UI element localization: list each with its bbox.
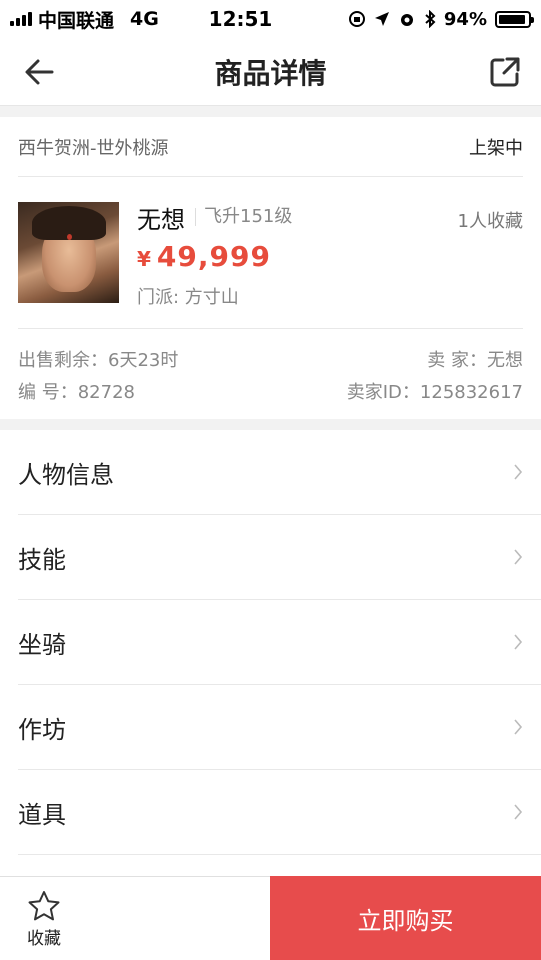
menu-item-label: 坐骑 (18, 630, 66, 659)
favorite-button[interactable]: 收藏 (0, 877, 88, 960)
chevron-right-icon (514, 804, 523, 820)
character-name: 无想 (137, 205, 185, 234)
buy-now-button[interactable]: 立即购买 (270, 876, 541, 960)
share-external-icon[interactable] (487, 54, 523, 90)
status-time: 12:51 (208, 7, 273, 31)
menu-item-skills[interactable]: 技能 (18, 515, 541, 600)
signal-icon (10, 12, 32, 26)
product-card: 西牛贺洲-世外桃源 上架中 无想 飞升151级 ¥ 49,999 门派: 方寸山… (0, 117, 541, 419)
serial-number: 编 号：82728 (18, 378, 135, 404)
chevron-right-icon (514, 634, 523, 650)
meta-row: 编 号：82728 卖家ID：125832617 (18, 375, 523, 407)
chevron-right-icon (514, 549, 523, 565)
star-icon (28, 890, 60, 920)
network-label: 4G (130, 8, 159, 30)
character-level: 飞升151级 (195, 208, 292, 226)
seller-id-value: 125832617 (419, 382, 523, 403)
chevron-right-icon (514, 719, 523, 735)
time-left-label: 出售剩余： (18, 350, 108, 371)
character-sect: 门派: 方寸山 (137, 287, 239, 308)
menu-item-character-info[interactable]: 人物信息 (18, 430, 541, 515)
alarm-icon (400, 14, 413, 26)
seller-label: 卖 家： (427, 350, 487, 371)
menu-item-items[interactable]: 道具 (18, 770, 541, 855)
seller-value: 无想 (487, 350, 523, 371)
arrow-left-icon[interactable] (22, 54, 58, 90)
favorite-label: 收藏 (27, 928, 61, 949)
nav-bar: 商品详情 (0, 38, 541, 106)
bottom-action-bar: 收藏 立即购买 (0, 876, 541, 960)
seller: 卖 家：无想 (427, 346, 523, 372)
time-left: 出售剩余：6天23时 (18, 346, 178, 372)
server-name: 西牛贺洲-世外桃源 (18, 137, 169, 159)
serial-value: 82728 (77, 382, 135, 403)
battery-icon (495, 10, 534, 28)
character-avatar (18, 202, 119, 303)
battery-percent: 94% (443, 8, 487, 30)
chevron-right-icon (514, 464, 523, 480)
character-row: 无想 飞升151级 ¥ 49,999 门派: 方寸山 1人收藏 (18, 177, 523, 329)
price: ¥ 49,999 (137, 240, 523, 273)
bluetooth-icon (425, 10, 436, 28)
page-title: 商品详情 (214, 56, 327, 90)
server-row: 西牛贺洲-世外桃源 上架中 (18, 117, 523, 177)
favorite-count: 1人收藏 (457, 211, 523, 232)
time-left-value: 6天23时 (108, 350, 179, 371)
detail-menu: 人物信息 技能 坐骑 作坊 道具 (0, 430, 541, 876)
seller-id: 卖家ID：125832617 (347, 378, 523, 404)
price-value: 49,999 (156, 240, 271, 273)
meta-info: 出售剩余：6天23时 卖 家：无想 编 号：82728 卖家ID：1258326… (18, 329, 523, 407)
status-right: 94% (291, 8, 534, 30)
rotation-lock-icon (348, 11, 365, 27)
listing-status: 上架中 (469, 137, 523, 159)
carrier-label: 中国联通 (38, 9, 115, 32)
serial-label: 编 号： (18, 382, 78, 403)
menu-item-label: 人物信息 (18, 460, 114, 489)
status-left: 中国联通 4G (10, 6, 190, 33)
location-icon (374, 12, 389, 26)
status-bar: 中国联通 4G 12:51 94% (0, 0, 541, 38)
battery-fill (499, 14, 526, 24)
menu-item-label: 作坊 (18, 715, 66, 744)
seller-id-label: 卖家ID： (346, 382, 420, 403)
price-symbol: ¥ (137, 247, 151, 271)
menu-item-mounts[interactable]: 坐骑 (18, 600, 541, 685)
menu-item-label: 技能 (18, 545, 66, 574)
meta-row: 出售剩余：6天23时 卖 家：无想 (18, 343, 523, 375)
menu-item-workshop[interactable]: 作坊 (18, 685, 541, 770)
menu-item-label: 道具 (18, 800, 66, 829)
